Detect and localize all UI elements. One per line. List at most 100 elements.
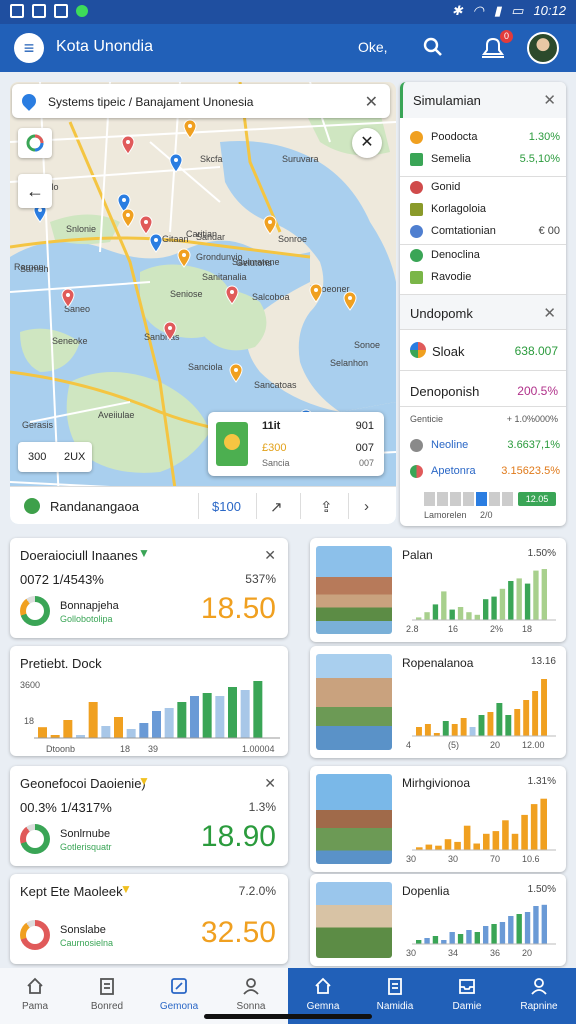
- chart-bar: [451, 724, 458, 736]
- sim-row[interactable]: Poodocta 1.30%: [410, 128, 560, 148]
- sim-row[interactable]: Semelia 5.5,10%: [410, 150, 560, 170]
- chart-bar: [466, 930, 472, 944]
- chart-bar: [533, 570, 539, 620]
- scale-b: 2UX: [64, 451, 86, 463]
- directions-icon[interactable]: ↗: [270, 498, 283, 516]
- home-indicator[interactable]: [204, 1014, 372, 1019]
- nav-item-inbox[interactable]: Damie: [432, 968, 502, 1024]
- x-tick-label: 12.00: [522, 740, 545, 750]
- avatar[interactable]: [527, 32, 559, 64]
- stat-card[interactable]: Geonefocoi Daoienie) ✕ ▼ 00.3% 1/4317% 1.3% S…: [10, 766, 288, 866]
- menu-icon[interactable]: ≡: [14, 33, 44, 63]
- category-icon: [410, 465, 423, 478]
- city-card[interactable]: Palan 1.50% 2.8 16 2% 18: [310, 538, 566, 642]
- nav-item-document[interactable]: Bonred: [72, 968, 142, 1024]
- x-tick-label: 30: [406, 854, 416, 864]
- share-icon[interactable]: ⇪: [320, 498, 333, 516]
- bar-chart: 3600 18 Dtoonb 18 39 1.00004: [20, 680, 280, 754]
- chart-bar: [508, 916, 514, 944]
- place-info-card[interactable]: 11it 901 £300 007 Sancia 007: [208, 412, 384, 476]
- map-label: Selanhon: [330, 358, 368, 368]
- card-percent: 7.2.0%: [238, 884, 276, 898]
- chart-bar: [441, 940, 447, 944]
- stat-card[interactable]: Doeraiociull Inaanes ✕ ▼ 0072 1/4543% 537% Bo…: [10, 538, 288, 638]
- gen-value: + 1.0%000%: [506, 414, 558, 424]
- close-icon[interactable]: ✕: [543, 304, 556, 322]
- city-card[interactable]: Dopenlia 1.50% 30 34 36 20: [310, 874, 566, 966]
- close-icon[interactable]: ✕: [543, 91, 556, 109]
- chart-bar: [491, 596, 497, 620]
- document-icon: [388, 978, 402, 995]
- panel2-title: Undopomk: [410, 306, 473, 321]
- chart-bar: [505, 715, 512, 736]
- status-dot-icon: [76, 5, 88, 17]
- sim-row-label: Semelia: [431, 153, 471, 165]
- chart-bar: [63, 720, 73, 738]
- x-tick-label: 1.00004: [242, 744, 275, 754]
- map-label: Seniose: [170, 289, 203, 299]
- nav-item-home[interactable]: Pama: [0, 968, 70, 1024]
- chart-bar: [530, 804, 538, 850]
- chart-bar: [511, 833, 519, 850]
- chevron-right-icon[interactable]: ›: [364, 498, 369, 515]
- map-search-text[interactable]: Systems tipeic / Banajament Unonesia: [48, 95, 253, 109]
- simulation-title: Simulamian: [413, 93, 481, 108]
- scale-indicator: 300 2UX: [18, 442, 92, 472]
- map-panel[interactable]: SentoloSarnshSkcfaSuruvaraSnlonieCaritia…: [10, 82, 396, 524]
- chart-bar: [454, 841, 461, 850]
- map-label: Sonroe: [278, 234, 307, 244]
- sim-row[interactable]: Ravodie: [410, 268, 560, 288]
- card-title: Geonefocoi Daoienie): [20, 776, 146, 791]
- mini-bar: [450, 492, 461, 506]
- sim-row-label: Denoclina: [431, 249, 480, 261]
- map-search-bar[interactable]: Systems tipeic / Banajament Unonesia ✕: [12, 84, 390, 118]
- sim-row[interactable]: Neoline 3.6637,1%: [410, 436, 560, 456]
- stat-card[interactable]: Pretiebt. Dock 3600 18 Dtoonb 18 39 1.00004: [10, 646, 288, 756]
- notification-badge: 0: [500, 30, 513, 43]
- location-pin-icon: [19, 91, 39, 111]
- x-tick-label: 16: [448, 624, 458, 634]
- chart-bar: [463, 825, 471, 850]
- stat-card[interactable]: Kept Ete Maoleek ▼ 7.2.0% Sonslabe Caurnosie…: [10, 874, 288, 964]
- layers-button[interactable]: [18, 128, 52, 158]
- place-bar[interactable]: Randanangaoa $100 ↗ ⇪ ›: [10, 486, 396, 524]
- bar-chart: 30 34 36 20: [406, 904, 556, 958]
- close-icon[interactable]: ✕: [264, 547, 276, 564]
- bar-label-a: Lamorelen: [424, 510, 467, 520]
- map-label: Seneoke: [52, 336, 88, 346]
- location-label[interactable]: Oke,: [358, 39, 388, 55]
- chart-bar: [449, 932, 455, 944]
- donut-sublabel: Gotlerisquatr: [60, 842, 112, 852]
- map-close-button[interactable]: ✕: [352, 128, 382, 158]
- close-icon[interactable]: ✕: [365, 92, 378, 112]
- nav-label: Gemona: [159, 1001, 199, 1012]
- map-label: Rarnon: [14, 262, 44, 272]
- chart-bar: [483, 926, 489, 944]
- nav-label: Sonna: [236, 1001, 266, 1012]
- sim-row-label: Ravodie: [431, 271, 472, 283]
- x-tick-label: 70: [490, 854, 500, 864]
- sim-row[interactable]: Comtationian € 00: [410, 222, 560, 242]
- info-d: Sancia: [262, 458, 290, 468]
- value-chip[interactable]: 12.05: [518, 492, 556, 506]
- city-card[interactable]: Ropenalanoa 13.16 4 (5) 20 12.00: [310, 646, 566, 758]
- nav-label: Bonred: [90, 1001, 124, 1012]
- nav-label: Gemna: [306, 1001, 340, 1012]
- chart-bar: [499, 922, 506, 944]
- y-tick-label: 18: [24, 716, 34, 726]
- sim-row[interactable]: Gonid: [410, 178, 560, 198]
- info-c: 007: [355, 442, 374, 454]
- chart-bar: [487, 712, 494, 736]
- sim-row[interactable]: Korlagoloia: [410, 200, 560, 220]
- back-button[interactable]: ←: [18, 174, 52, 208]
- signal-icon: ▮: [494, 3, 502, 18]
- close-icon[interactable]: ✕: [264, 775, 276, 792]
- sim-row[interactable]: Apetonra 3.15623.5%: [410, 462, 560, 482]
- chart-bar: [483, 833, 490, 850]
- sim-row[interactable]: Denoclina: [410, 246, 560, 266]
- place-name[interactable]: Randanangaoa: [50, 499, 139, 514]
- chart-bar: [139, 723, 149, 738]
- city-card[interactable]: Mirhgivionoa 1.31% 30 30 70 10.6: [310, 766, 566, 872]
- nav-item-user[interactable]: Rapnine: [504, 968, 574, 1024]
- search-icon[interactable]: [422, 36, 444, 58]
